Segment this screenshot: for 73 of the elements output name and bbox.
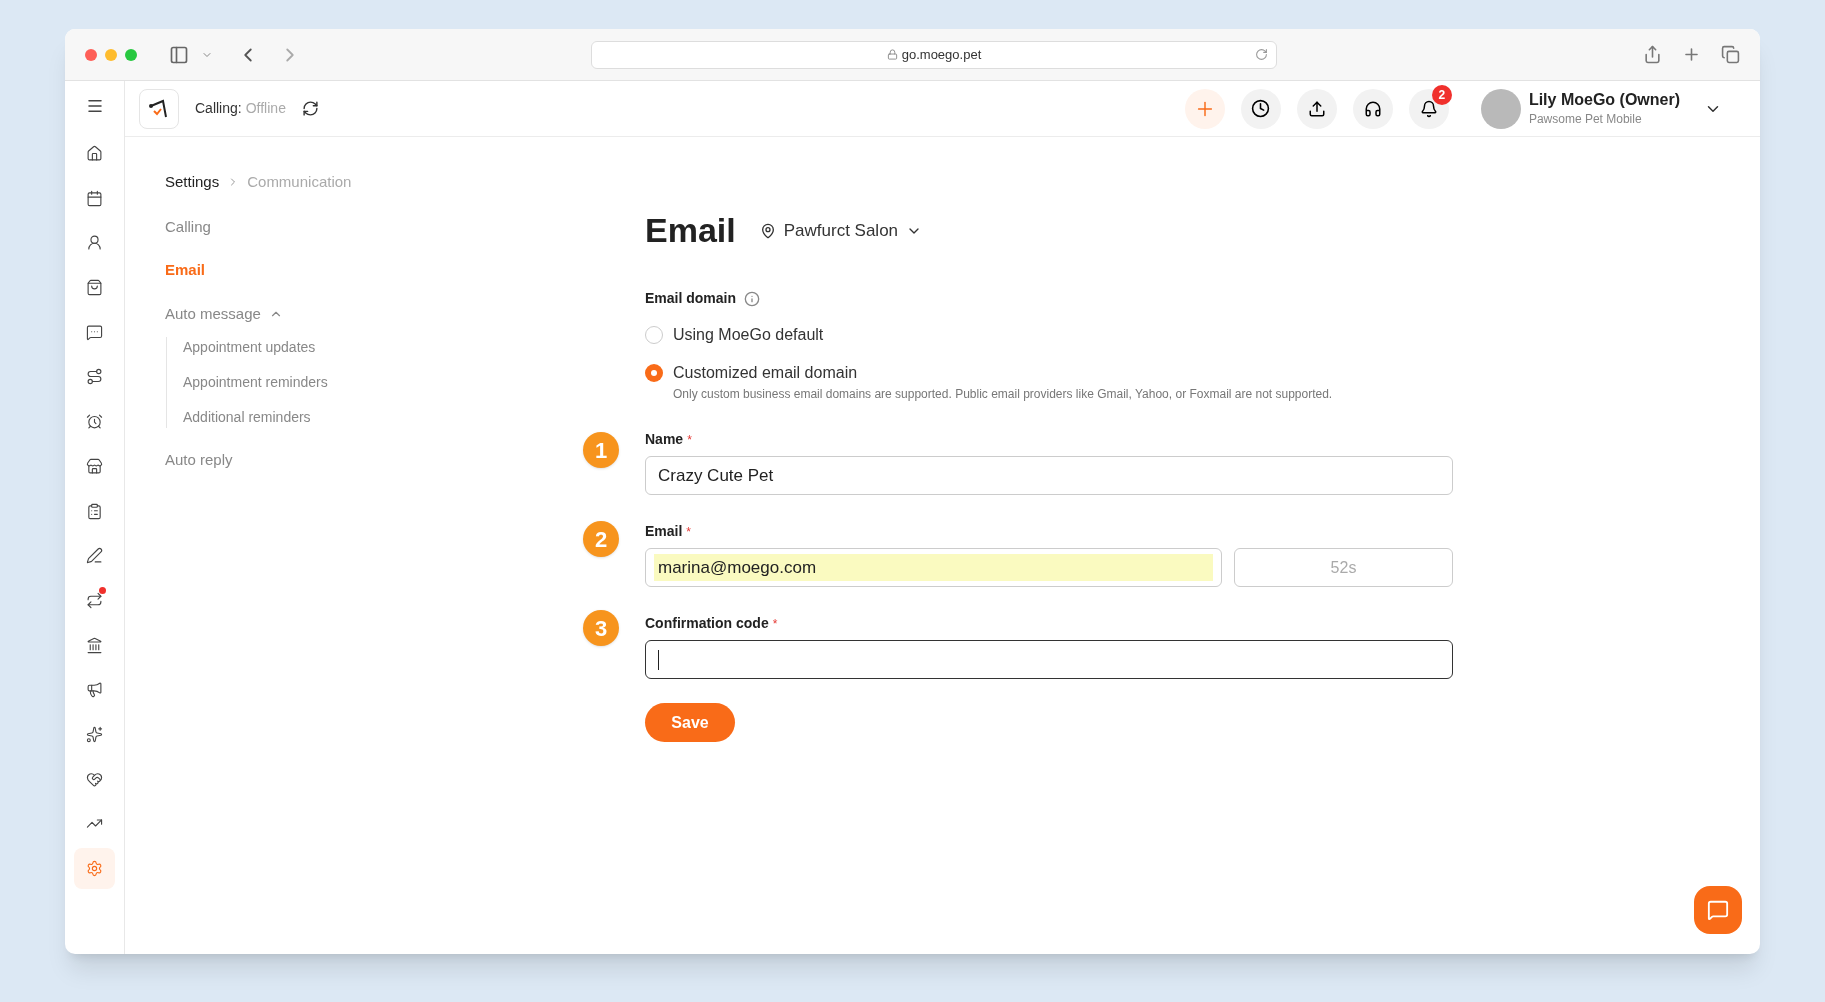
pen-icon: [86, 547, 103, 565]
notification-badge: 2: [1431, 84, 1452, 105]
settings-nav-subitem[interactable]: Appointment reminders: [183, 372, 569, 393]
close-window-button[interactable]: [85, 48, 97, 61]
resend-countdown-button[interactable]: 52s: [1234, 548, 1453, 587]
headset-icon: [1363, 99, 1382, 118]
section-label: Email domain: [645, 289, 737, 308]
app-logo[interactable]: [139, 88, 179, 129]
lock-icon: [886, 49, 898, 60]
settings-icon: [86, 860, 103, 877]
clock-icon: [1251, 99, 1271, 118]
user-name: Lily MoeGo (Owner): [1528, 89, 1680, 110]
required-mark: *: [772, 615, 778, 633]
field-label: Email: [645, 522, 683, 541]
reload-icon[interactable]: [1255, 48, 1268, 61]
bell-icon: [1419, 99, 1438, 118]
home-icon: [86, 145, 103, 162]
settings-nav-subitem[interactable]: Appointment updates: [183, 337, 569, 358]
tabs-overview-icon[interactable]: [1721, 45, 1740, 64]
clipboard-icon: [86, 502, 103, 520]
chat-button[interactable]: [1694, 886, 1742, 934]
chat-icon: [86, 323, 103, 341]
store-icon: [86, 457, 103, 475]
text-field[interactable]: Crazy Cute Pet: [645, 456, 1453, 495]
sidebar-toggle-icon[interactable]: [169, 44, 189, 65]
page-title: Email: [645, 210, 736, 251]
field-label: Name: [645, 430, 684, 449]
calling-label: Calling:: [195, 99, 242, 118]
chat-icon: [1707, 899, 1729, 921]
field-label: Confirmation code: [645, 614, 769, 633]
breadcrumb-current: Communication: [247, 172, 352, 192]
calling-status: Offline: [245, 99, 286, 118]
radio-button[interactable]: [645, 364, 663, 382]
megaphone-icon: [86, 681, 103, 699]
breadcrumb-link[interactable]: Settings: [165, 171, 220, 194]
settings-nav-item[interactable]: Email: [165, 259, 206, 282]
person-icon: [86, 234, 103, 252]
menu-icon[interactable]: [85, 97, 104, 115]
repeat-icon: [86, 591, 103, 609]
save-button[interactable]: Save: [645, 703, 735, 742]
text-field[interactable]: marina@moego.com: [645, 548, 1222, 587]
radio-label[interactable]: Customized email domain: [673, 361, 858, 385]
bank-icon: [86, 636, 103, 654]
refresh-icon[interactable]: [301, 100, 319, 117]
address-bar[interactable]: go.moego.pet: [591, 40, 1277, 69]
stars-icon: [86, 725, 103, 743]
map-pin-icon: [759, 222, 776, 239]
upload-icon: [1307, 99, 1326, 118]
step-marker: 1: [583, 432, 619, 468]
new-tab-icon[interactable]: [1682, 45, 1701, 64]
calendar-icon: [86, 189, 103, 207]
location-selector[interactable]: Pawfurct Salon: [759, 217, 923, 244]
step-marker: 3: [583, 610, 619, 646]
radio-button[interactable]: [645, 326, 663, 344]
settings-nav-item[interactable]: Calling: [165, 215, 211, 238]
business-name: Pawsome Pet Mobile: [1528, 110, 1643, 128]
share-icon[interactable]: [1643, 45, 1662, 64]
notifications-button[interactable]: 2: [1408, 88, 1449, 129]
required-mark: *: [687, 431, 692, 449]
helper-text: Only custom business email domains are supported. Public email providers like Gmail, Yahoo, or Foxmail are not supported.: [673, 386, 1334, 403]
settings-nav-item[interactable]: Auto reply: [165, 449, 233, 472]
bag-icon: [86, 279, 103, 297]
info-icon[interactable]: [744, 290, 761, 307]
dog-logo-icon: [148, 97, 170, 120]
radio-label[interactable]: Using MoeGo default: [673, 323, 824, 347]
settings-nav-subitem[interactable]: Additional reminders: [183, 407, 569, 428]
alarm-clock-icon: [86, 413, 103, 431]
text-cursor: [658, 649, 659, 670]
text-field[interactable]: [645, 640, 1453, 679]
settings-nav-item[interactable]: Auto message: [165, 302, 261, 325]
step-marker: 2: [583, 521, 619, 557]
required-mark: *: [686, 523, 692, 541]
route-icon: [86, 368, 103, 386]
